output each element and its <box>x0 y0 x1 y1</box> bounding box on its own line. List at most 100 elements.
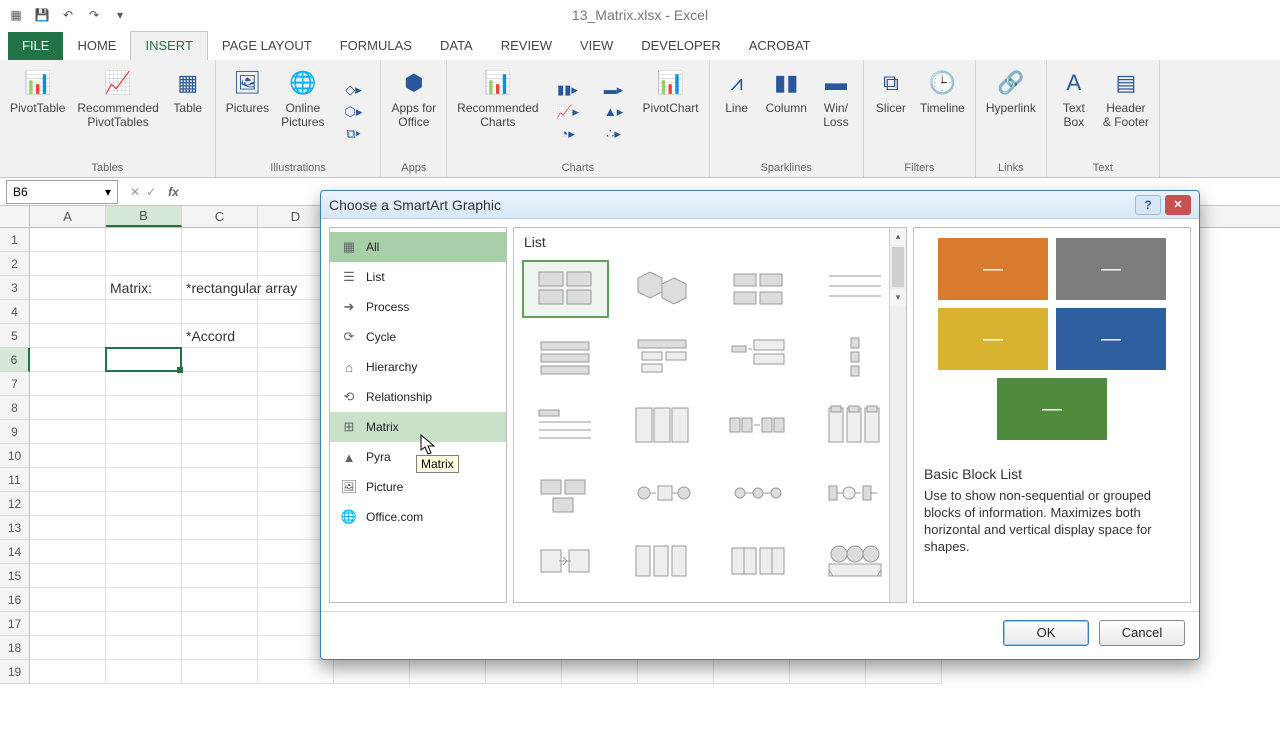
col-header[interactable]: B <box>106 206 182 227</box>
tab-home[interactable]: HOME <box>63 32 130 60</box>
cell[interactable] <box>30 252 106 276</box>
sparkline-column-button[interactable]: ▮▮Column <box>762 64 811 160</box>
tab-formulas[interactable]: FORMULAS <box>326 32 426 60</box>
cell[interactable] <box>106 660 182 684</box>
cell[interactable] <box>106 564 182 588</box>
cell[interactable]: *rectangular array <box>182 276 258 300</box>
cell[interactable] <box>106 420 182 444</box>
sparkline-line-button[interactable]: ⩘Line <box>716 64 758 160</box>
apps-for-office-button[interactable]: ⬢Apps forOffice <box>387 64 440 160</box>
layout-thumb[interactable] <box>812 532 899 590</box>
cell[interactable] <box>30 492 106 516</box>
category-list[interactable]: ☰List <box>330 262 506 292</box>
cell[interactable] <box>182 660 258 684</box>
cell[interactable] <box>30 660 106 684</box>
pictures-button[interactable]: 🖼Pictures <box>222 64 273 160</box>
shapes-icon[interactable]: ◇▸ <box>332 80 374 100</box>
sparkline-winloss-button[interactable]: ▬Win/Loss <box>815 64 857 160</box>
layout-thumb[interactable] <box>715 396 802 454</box>
layout-thumb[interactable] <box>619 532 706 590</box>
cell[interactable] <box>30 420 106 444</box>
row-header[interactable]: 11 <box>0 468 30 492</box>
hyperlink-button[interactable]: 🔗Hyperlink <box>982 64 1040 160</box>
online-pictures-button[interactable]: 🌐OnlinePictures <box>277 64 328 160</box>
gallery-scrollbar[interactable]: ▴ ▾ <box>889 228 906 602</box>
layout-thumb[interactable] <box>619 396 706 454</box>
chevron-down-icon[interactable]: ▾ <box>105 185 111 199</box>
cell[interactable] <box>790 660 866 684</box>
header-footer-button[interactable]: ▤Header& Footer <box>1099 64 1153 160</box>
cell[interactable] <box>866 660 942 684</box>
cell[interactable] <box>30 300 106 324</box>
tab-review[interactable]: REVIEW <box>487 32 566 60</box>
name-box[interactable]: B6▾ <box>6 180 118 204</box>
ok-button[interactable]: OK <box>1003 620 1089 646</box>
cell[interactable] <box>106 324 182 348</box>
layout-thumb[interactable] <box>812 464 899 522</box>
cell[interactable] <box>30 612 106 636</box>
category-office-com[interactable]: 🌐Office.com <box>330 502 506 532</box>
cell[interactable] <box>486 660 562 684</box>
cell[interactable] <box>182 348 258 372</box>
smartart-icon[interactable]: ⬡▸ <box>332 102 374 122</box>
row-header[interactable]: 13 <box>0 516 30 540</box>
category-matrix[interactable]: ⊞Matrix <box>330 412 506 442</box>
redo-icon[interactable]: ↷ <box>83 4 105 26</box>
column-chart-icon[interactable]: ▮▮▸ <box>547 80 589 100</box>
tab-acrobat[interactable]: ACROBAT <box>735 32 825 60</box>
cell[interactable] <box>30 276 106 300</box>
cell[interactable] <box>182 540 258 564</box>
cell[interactable] <box>182 396 258 420</box>
cell[interactable] <box>182 228 258 252</box>
layout-thumb[interactable] <box>715 464 802 522</box>
cell[interactable] <box>258 660 334 684</box>
cell[interactable] <box>30 516 106 540</box>
layout-thumb[interactable] <box>522 464 609 522</box>
cell[interactable] <box>182 252 258 276</box>
tab-data[interactable]: DATA <box>426 32 487 60</box>
cell[interactable] <box>30 372 106 396</box>
scroll-down-icon[interactable]: ▾ <box>890 289 906 306</box>
cell[interactable] <box>106 612 182 636</box>
layout-thumb[interactable] <box>619 260 706 318</box>
scroll-up-icon[interactable]: ▴ <box>890 228 906 245</box>
row-header[interactable]: 1 <box>0 228 30 252</box>
cancel-button[interactable]: Cancel <box>1099 620 1185 646</box>
cell[interactable] <box>562 660 638 684</box>
cell[interactable] <box>638 660 714 684</box>
category-hierarchy[interactable]: ⌂Hierarchy <box>330 352 506 382</box>
layout-thumb[interactable] <box>522 396 609 454</box>
cell[interactable] <box>106 492 182 516</box>
tab-page-layout[interactable]: PAGE LAYOUT <box>208 32 326 60</box>
slicer-button[interactable]: ⧉Slicer <box>870 64 912 160</box>
line-chart-icon[interactable]: 📈▸ <box>547 102 589 122</box>
cell[interactable] <box>182 564 258 588</box>
cell[interactable] <box>106 636 182 660</box>
cell[interactable] <box>106 372 182 396</box>
cell[interactable] <box>106 396 182 420</box>
cell[interactable] <box>106 588 182 612</box>
area-chart-icon[interactable]: ▲▸ <box>593 102 635 122</box>
layout-thumb[interactable] <box>715 328 802 386</box>
cell[interactable] <box>334 660 410 684</box>
bar-chart-icon[interactable]: ▬▸ <box>593 80 635 100</box>
screenshot-icon[interactable]: ⧉▸ <box>332 124 374 144</box>
row-header[interactable]: 14 <box>0 540 30 564</box>
row-header[interactable]: 17 <box>0 612 30 636</box>
layout-thumb[interactable] <box>715 532 802 590</box>
row-header[interactable]: 18 <box>0 636 30 660</box>
row-header[interactable]: 7 <box>0 372 30 396</box>
cell[interactable] <box>106 348 182 372</box>
help-button[interactable]: ? <box>1135 195 1161 215</box>
close-button[interactable]: ✕ <box>1165 195 1191 215</box>
cell[interactable] <box>182 444 258 468</box>
layout-thumb[interactable] <box>619 464 706 522</box>
row-header[interactable]: 12 <box>0 492 30 516</box>
cell[interactable] <box>182 612 258 636</box>
table-button[interactable]: ▦Table <box>167 64 209 160</box>
cell[interactable] <box>30 228 106 252</box>
cell[interactable] <box>30 540 106 564</box>
layout-thumb[interactable] <box>522 260 609 318</box>
qat-menu-icon[interactable]: ▾ <box>109 4 131 26</box>
cell[interactable] <box>182 300 258 324</box>
